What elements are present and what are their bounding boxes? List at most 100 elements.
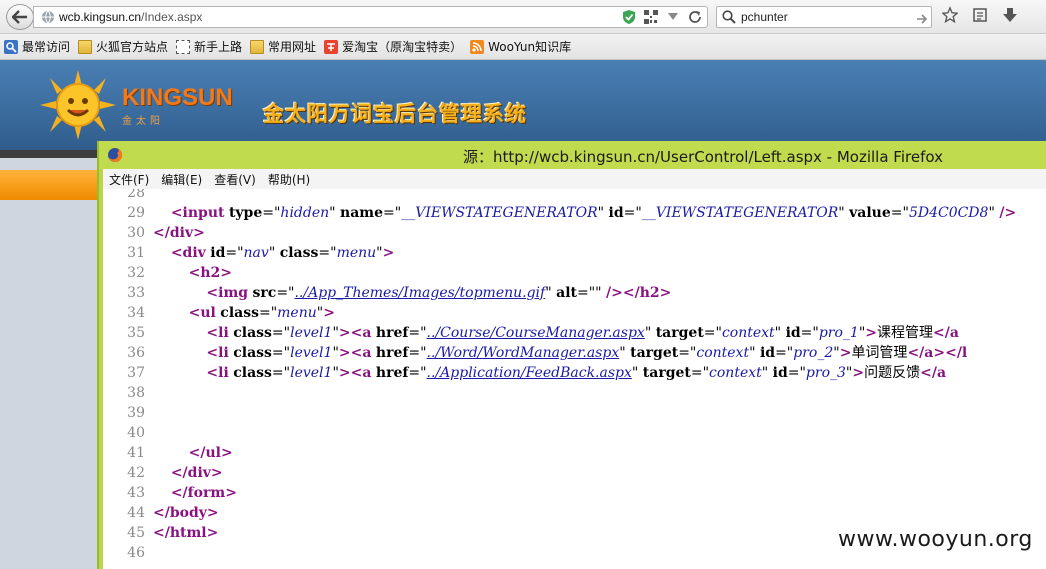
menu-bar: 文件(F) 编辑(E) 查看(V) 帮助(H) <box>103 169 1046 189</box>
line-number: 42 <box>127 465 145 481</box>
source-text: <li class="level1"><a href="../Course/Co… <box>206 325 959 341</box>
bookmark-label: 新手上路 <box>194 40 243 54</box>
url-bar[interactable]: wcb.kingsun.cn/Index.aspx <box>33 6 708 28</box>
globe-icon <box>42 10 54 24</box>
line-number: 41 <box>127 445 145 461</box>
bookmark-common-sites[interactable]: 常用网址 <box>250 38 316 55</box>
source-line: 37 <li class="level1"><a href="../Applic… <box>103 363 1046 383</box>
left-frame <box>0 150 100 569</box>
line-number: 37 <box>127 365 145 381</box>
bookmark-ai-taobao[interactable]: 爱淘宝（原淘宝特卖） <box>324 38 462 55</box>
source-line: 28 <box>103 189 1046 203</box>
arrow-left-icon <box>12 10 27 24</box>
folder-icon <box>250 39 265 54</box>
line-number: 45 <box>127 525 145 541</box>
source-line: 31 <div id="nav" class="menu"> <box>103 243 1046 263</box>
source-line: 39 <box>103 403 1046 423</box>
window-titlebar[interactable]: 源：http://wcb.kingsun.cn/UserControl/Left… <box>99 141 1046 169</box>
bookmark-label: 常用网址 <box>268 40 317 54</box>
most-visited-icon <box>4 39 18 54</box>
bookmark-most-visited[interactable]: 最常访问 <box>4 38 70 55</box>
source-line: 35 <li class="level1"><a href="../Course… <box>103 323 1046 343</box>
sun-logo-icon <box>40 70 116 140</box>
source-line: 38 <box>103 383 1046 403</box>
line-number: 35 <box>127 325 145 341</box>
source-line: 43 </form> <box>103 483 1046 503</box>
source-line: 29 <input type="hidden" name="__VIEWSTAT… <box>103 203 1046 223</box>
menu-file[interactable]: 文件(F) <box>109 171 149 188</box>
line-number: 33 <box>127 285 145 301</box>
source-line: 34 <ul class="menu"> <box>103 303 1046 323</box>
source-line: 40 <box>103 423 1046 443</box>
qr-code-icon[interactable] <box>643 9 659 25</box>
line-number: 40 <box>127 425 145 441</box>
bookmarks-toolbar: 最常访问 火狐官方站点 新手上路 常用网址 爱淘宝（原淘宝特卖） WooYun知… <box>0 34 1046 60</box>
source-text: <ul class="menu"> <box>188 305 335 321</box>
view-source-window: 源：http://wcb.kingsun.cn/UserControl/Left… <box>97 141 1046 569</box>
source-code-view[interactable]: 28 29 <input type="hidden" name="__VIEWST… <box>103 189 1046 569</box>
source-line: 42 </div> <box>103 463 1046 483</box>
line-number: 43 <box>127 485 145 501</box>
arrow-right-icon[interactable] <box>916 10 928 29</box>
source-line: 32 <h2> <box>103 263 1046 283</box>
folder-icon <box>78 39 93 54</box>
bookmark-label: 爱淘宝（原淘宝特卖） <box>342 40 463 54</box>
reload-icon[interactable] <box>687 9 703 25</box>
download-icon[interactable] <box>1002 7 1018 23</box>
source-line: 33 <img src="../App_Themes/Images/topmen… <box>103 283 1046 303</box>
bookmark-wooyun-knowledge[interactable]: WooYun知识库 <box>470 38 571 55</box>
line-number: 36 <box>127 345 145 361</box>
url-text[interactable]: wcb.kingsun.cn/Index.aspx <box>59 10 202 24</box>
left-frame-divider <box>0 150 100 158</box>
reading-list-icon[interactable] <box>972 7 988 23</box>
source-text: <input type="hidden" name="__VIEWSTATEGE… <box>170 205 1017 221</box>
source-text: </div> <box>170 465 223 481</box>
source-line: 30 </div> <box>103 223 1046 243</box>
window-title: 源：http://wcb.kingsun.cn/UserControl/Left… <box>463 148 943 166</box>
source-text: <div id="nav" class="menu"> <box>170 245 395 261</box>
source-line: 44 </body> <box>103 503 1046 523</box>
menu-view[interactable]: 查看(V) <box>214 171 256 188</box>
star-icon[interactable] <box>942 6 958 24</box>
source-line: 41 </ul> <box>103 443 1046 463</box>
source-text: <img src="../App_Themes/Images/topmenu.g… <box>206 285 672 301</box>
firefox-icon <box>108 147 123 162</box>
brand-logo-subtitle: 金太阳 <box>122 116 164 127</box>
brand-logo-text: KINGSUN <box>122 84 233 111</box>
line-number: 34 <box>127 305 145 321</box>
source-text: </ul> <box>188 445 233 461</box>
line-number: 31 <box>127 245 145 261</box>
watermark: www.wooyun.org <box>838 527 1033 552</box>
site-banner: KINGSUN 金太阳 金太阳万词宝后台管理系统 <box>0 60 1046 150</box>
source-text: </form> <box>170 485 237 501</box>
source-text: <h2> <box>188 265 232 281</box>
line-number: 44 <box>127 505 145 521</box>
line-number: 46 <box>127 545 145 561</box>
line-number: 28 <box>127 189 145 201</box>
taobao-icon <box>324 39 339 54</box>
source-line: 36 <li class="level1"><a href="../Word/W… <box>103 343 1046 363</box>
bookmark-label: 最常访问 <box>22 40 71 54</box>
search-icon <box>722 10 736 24</box>
bookmark-firefox-official[interactable]: 火狐官方站点 <box>78 38 168 55</box>
search-input[interactable] <box>741 9 911 25</box>
line-number: 29 <box>127 205 145 221</box>
back-button[interactable] <box>6 4 34 30</box>
bookmark-label: WooYun知识库 <box>488 40 572 54</box>
rss-icon <box>470 39 485 54</box>
system-title: 金太阳万词宝后台管理系统 <box>263 102 527 126</box>
bookmark-getting-started[interactable]: 新手上路 <box>176 38 242 55</box>
dropdown-triangle-icon[interactable] <box>665 9 681 25</box>
dotted-page-icon <box>176 39 191 54</box>
line-number: 32 <box>127 265 145 281</box>
menu-help[interactable]: 帮助(H) <box>268 171 310 188</box>
bookmark-label: 火狐官方站点 <box>96 40 169 54</box>
browser-toolbar: wcb.kingsun.cn/Index.aspx <box>0 0 1046 34</box>
menu-edit[interactable]: 编辑(E) <box>161 171 202 188</box>
left-frame-header <box>0 170 100 200</box>
shield-icon[interactable] <box>621 9 637 25</box>
search-bar[interactable] <box>716 6 932 28</box>
source-text: </div> <box>153 225 205 241</box>
line-number: 38 <box>127 385 145 401</box>
source-text: </html> <box>153 525 219 541</box>
